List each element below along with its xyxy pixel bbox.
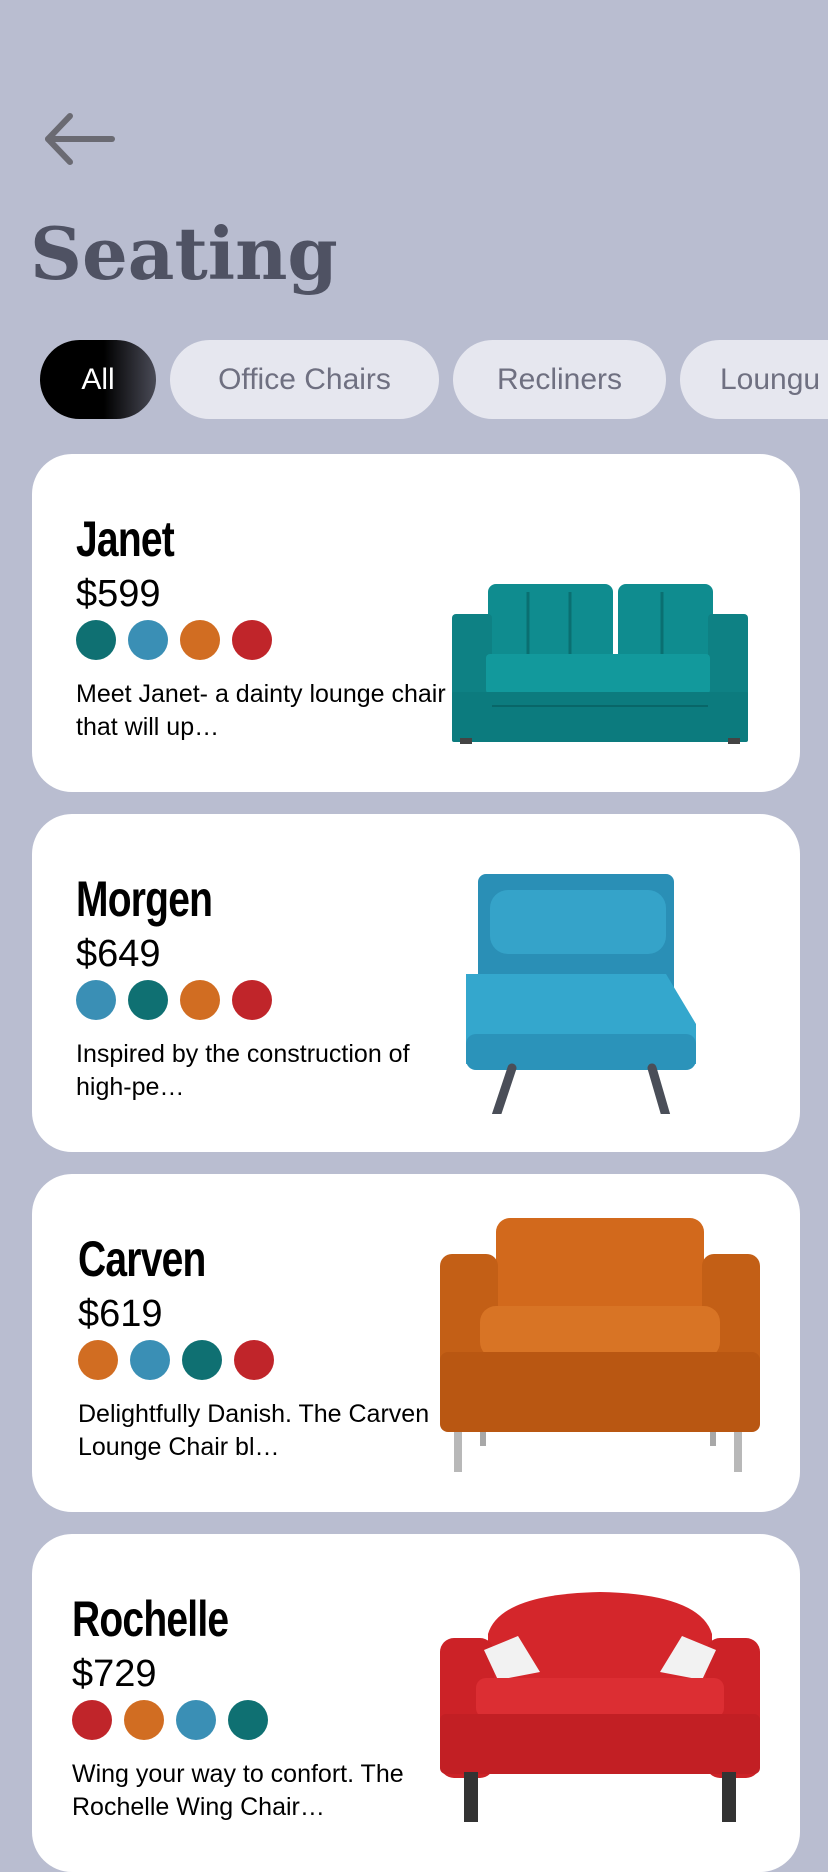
product-description: Wing your way to confort. The Rochelle W… <box>72 1760 404 1821</box>
color-swatches <box>76 620 456 660</box>
product-description: Delightfully Danish. The Carven Lounge C… <box>78 1400 430 1461</box>
back-button[interactable] <box>40 104 116 174</box>
red-wing-chair-image <box>440 1592 760 1822</box>
product-name: Carven <box>78 1231 206 1287</box>
product-image <box>440 1214 760 1474</box>
teal-loveseat-sofa-image <box>452 584 748 744</box>
color-swatch[interactable] <box>128 980 168 1020</box>
product-card[interactable]: Rochelle $729 Wing your way to confort. … <box>32 1534 800 1872</box>
color-swatch[interactable] <box>72 1700 112 1740</box>
page-title: Seating <box>30 211 338 296</box>
product-name: Rochelle <box>72 1591 229 1647</box>
color-swatch[interactable] <box>124 1700 164 1740</box>
filter-chip-recliners[interactable]: Recliners <box>453 340 666 419</box>
color-swatch[interactable] <box>180 620 220 660</box>
product-card[interactable]: Carven $619 Delightfully Danish. The Car… <box>32 1174 800 1512</box>
product-price: $729 <box>72 1653 157 1695</box>
color-swatch[interactable] <box>128 620 168 660</box>
color-swatch[interactable] <box>130 1340 170 1380</box>
color-swatches <box>76 980 456 1020</box>
product-card[interactable]: Janet $599 Meet Janet- a dainty lounge c… <box>32 454 800 792</box>
color-swatch[interactable] <box>182 1340 222 1380</box>
product-price: $649 <box>76 933 161 975</box>
color-swatch[interactable] <box>78 1340 118 1380</box>
color-swatch[interactable] <box>228 1700 268 1740</box>
product-description: Inspired by the construction of high-pe… <box>76 1040 410 1101</box>
category-filter-bar: All Office Chairs Recliners Loungu <box>0 340 828 420</box>
product-price: $599 <box>76 573 161 615</box>
product-card[interactable]: Morgen $649 Inspired by the construction… <box>32 814 800 1152</box>
product-name: Janet <box>76 511 175 567</box>
filter-chip-office-chairs[interactable]: Office Chairs <box>170 340 439 419</box>
product-image <box>440 854 760 1114</box>
orange-lounge-armchair-image <box>440 1218 760 1472</box>
blue-sleeper-chair-image <box>466 874 696 1114</box>
color-swatch[interactable] <box>232 980 272 1020</box>
color-swatch[interactable] <box>234 1340 274 1380</box>
color-swatch[interactable] <box>180 980 220 1020</box>
product-price: $619 <box>78 1293 163 1335</box>
color-swatches <box>78 1340 458 1380</box>
product-image <box>440 1574 760 1834</box>
color-swatches <box>72 1700 452 1740</box>
color-swatch[interactable] <box>76 620 116 660</box>
product-image <box>440 494 760 754</box>
arrow-left-icon <box>45 113 115 165</box>
product-name: Morgen <box>76 871 213 927</box>
product-description: Meet Janet- a dainty lounge chair that w… <box>76 680 446 741</box>
color-swatch[interactable] <box>76 980 116 1020</box>
color-swatch[interactable] <box>176 1700 216 1740</box>
filter-chip-lounge[interactable]: Loungu <box>680 340 828 419</box>
color-swatch[interactable] <box>232 620 272 660</box>
filter-chip-all[interactable]: All <box>40 340 156 419</box>
